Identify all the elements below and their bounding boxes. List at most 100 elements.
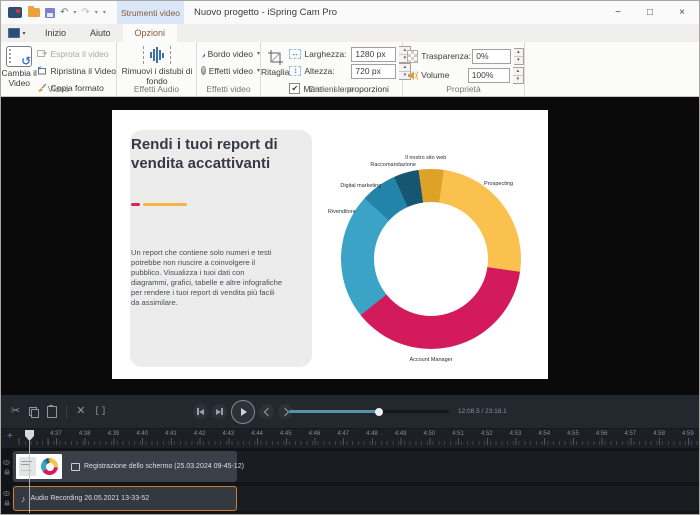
ruler-time-label: 4:56 [595, 431, 608, 437]
next-frame-button[interactable] [212, 404, 227, 419]
ruler-time-label: 4:38 [78, 431, 91, 437]
ruler-time-label: 4:53 [509, 431, 522, 437]
video-clip[interactable]: Registrazione dello schermo (25.03.2024 … [13, 451, 244, 482]
eye-icon[interactable] [3, 460, 10, 465]
ribbon-group-properties: Trasparenza: 0% ▴ ▾ Volume 100% ▴ ▾ Propri… [403, 42, 525, 96]
undo-icon[interactable]: ↶ [60, 7, 68, 18]
lock-icon[interactable] [4, 469, 10, 475]
track-rail [1, 448, 12, 514]
prev-frame-button[interactable] [193, 404, 208, 419]
restore-video-button[interactable]: Ripristina il Video [37, 64, 116, 77]
group-label-properties: Proprietà [446, 84, 481, 94]
width-label: Larghezza: [304, 49, 347, 59]
app-icon[interactable] [8, 7, 22, 18]
tab-aiuto[interactable]: Aiuto [78, 24, 123, 42]
eye-icon[interactable] [3, 491, 10, 496]
close-button[interactable]: × [666, 1, 698, 24]
ribbon-group-video: Cambia il Video Esprota il video Riprist… [1, 42, 117, 96]
ribbon-group-dimension: Ritaglia ↔ Larghezza: 1280 px ▴ ▾ ↕ Altez… [261, 42, 412, 96]
minimize-button[interactable]: − [602, 1, 634, 24]
trim-button[interactable]: [] [94, 406, 107, 417]
lock-icon[interactable] [4, 500, 10, 506]
ruler-time-label: 4:39 [107, 431, 120, 437]
transparency-stepper[interactable]: ▴ ▾ [513, 47, 524, 65]
ruler-time-label: 4:40 [136, 431, 148, 437]
donut-chart: Il nostro sito web Prospecting Account Man… [328, 155, 521, 363]
chart-slice-label: Raccomandazione [370, 162, 416, 169]
group-label-audio-effects: Effetti Audio [133, 84, 180, 94]
width-field[interactable]: 1280 px [351, 46, 397, 62]
slide-preview[interactable]: Rendi i tuoi report di vendita accattiva… [112, 110, 548, 379]
waveform-icon [143, 46, 171, 64]
chevron-down-icon: ▾ [22, 30, 26, 37]
window-controls: − □ × [602, 1, 698, 24]
crop-label: Ritaglia [261, 67, 290, 77]
delete-button[interactable]: ✕ [76, 406, 85, 417]
copy-button[interactable] [29, 406, 40, 418]
ruler-time-label: 4:43 [222, 431, 235, 437]
video-border-button[interactable]: Bordo video ▾ [201, 47, 260, 60]
ruler-time-label: 4:47 [337, 431, 350, 437]
play-icon [240, 407, 247, 416]
export-video-button[interactable]: Esprota il video [37, 47, 116, 60]
paste-button[interactable] [47, 404, 58, 418]
group-label-video-effects: Effetti video [206, 84, 251, 94]
audio-clip[interactable]: ♪ Audio Recording 26.05.2021 13-33-52 [13, 486, 237, 511]
ruler-time-label: 4:44 [251, 431, 263, 437]
volume-stepper[interactable]: ▴ ▾ [512, 66, 524, 84]
accent-bar-pink [131, 203, 140, 206]
speaker-icon [408, 70, 419, 80]
title-bar: ↶ ▾ ↷ ▾ ▾ Strumenti video Nuovo progetto… [1, 1, 699, 24]
contextual-tab-group[interactable]: Strumenti video [117, 1, 184, 24]
crop-icon [267, 50, 283, 65]
screen-recording-icon [71, 462, 80, 471]
chart-slice-label: Prospecting [484, 180, 514, 187]
ruler-major-ticks [1, 438, 699, 445]
music-note-icon: ♪ [21, 493, 26, 504]
app-window: ↶ ▾ ↷ ▾ ▾ Strumenti video Nuovo progetto… [0, 0, 700, 515]
chevron-right-icon [280, 407, 289, 416]
qat-more-icon[interactable]: ▾ [103, 9, 106, 16]
chart-slice-label: Il nostro sito web [405, 155, 447, 162]
save-icon[interactable] [45, 7, 55, 18]
tab-opzioni[interactable]: Opzioni [122, 24, 178, 42]
chevron-down-icon: ▾ [256, 68, 260, 74]
maximize-button[interactable]: □ [634, 1, 666, 24]
ruler-time-label: 4:37 [50, 431, 62, 437]
tab-inizio[interactable]: Inizio [33, 24, 78, 42]
volume-label: Volume [421, 70, 450, 80]
play-button[interactable] [231, 399, 255, 424]
ruler-time-label: 4:54 [538, 431, 551, 437]
height-label: Altezza: [304, 66, 335, 76]
progress-thumb[interactable] [374, 407, 383, 416]
ruler-time-label: 4:57 [624, 431, 637, 437]
ruler-time-label: 4:45 [279, 431, 292, 437]
skip-back-icon [198, 408, 204, 415]
volume-field[interactable]: 100% [467, 67, 510, 83]
height-field[interactable]: 720 px [351, 63, 397, 79]
transparency-icon [407, 49, 419, 63]
ruler-time-label: 4:48 [366, 431, 378, 437]
chevron-down-icon[interactable]: ▾ [95, 9, 98, 16]
cut-button[interactable]: ✂ [11, 406, 20, 417]
export-video-label: Esprota il video [50, 48, 109, 59]
ruler-time-label: 4:55 [567, 431, 579, 437]
step-back-button[interactable] [259, 404, 274, 419]
height-icon: ↕ [289, 66, 302, 76]
open-icon[interactable] [28, 6, 40, 17]
timeline-ruler[interactable]: + 4:37 4:38 4:39 4:40 4:41 4:42 4:43 4:44 4:45 4:… [1, 428, 699, 449]
timeline-tracks: Registrazione dello schermo (25.03.2024 … [1, 448, 699, 514]
remove-noise-button[interactable]: Rimuovi i distubi di fondo [117, 42, 197, 87]
chevron-down-icon[interactable]: ▾ [73, 9, 76, 16]
ruler-time-label: 4:49 [394, 431, 407, 437]
transparency-label: Trasparenza: [421, 51, 471, 61]
file-menu-button[interactable]: ▾ [1, 24, 33, 42]
transparency-field[interactable]: 0% [472, 48, 511, 64]
video-effects-button[interactable]: Effetti video ▾ [201, 64, 260, 77]
redo-icon[interactable]: ↷ [81, 7, 89, 18]
video-canvas[interactable]: Rendi i tuoi report di vendita accattiva… [1, 97, 699, 395]
time-display: 12:08.5 / 23:18.1 [458, 408, 507, 415]
ribbon-group-video-effects: Bordo video ▾ Effetti video ▾ Effetti vi… [197, 42, 261, 96]
progress-slider[interactable] [289, 407, 449, 416]
progress-fill [289, 410, 379, 413]
